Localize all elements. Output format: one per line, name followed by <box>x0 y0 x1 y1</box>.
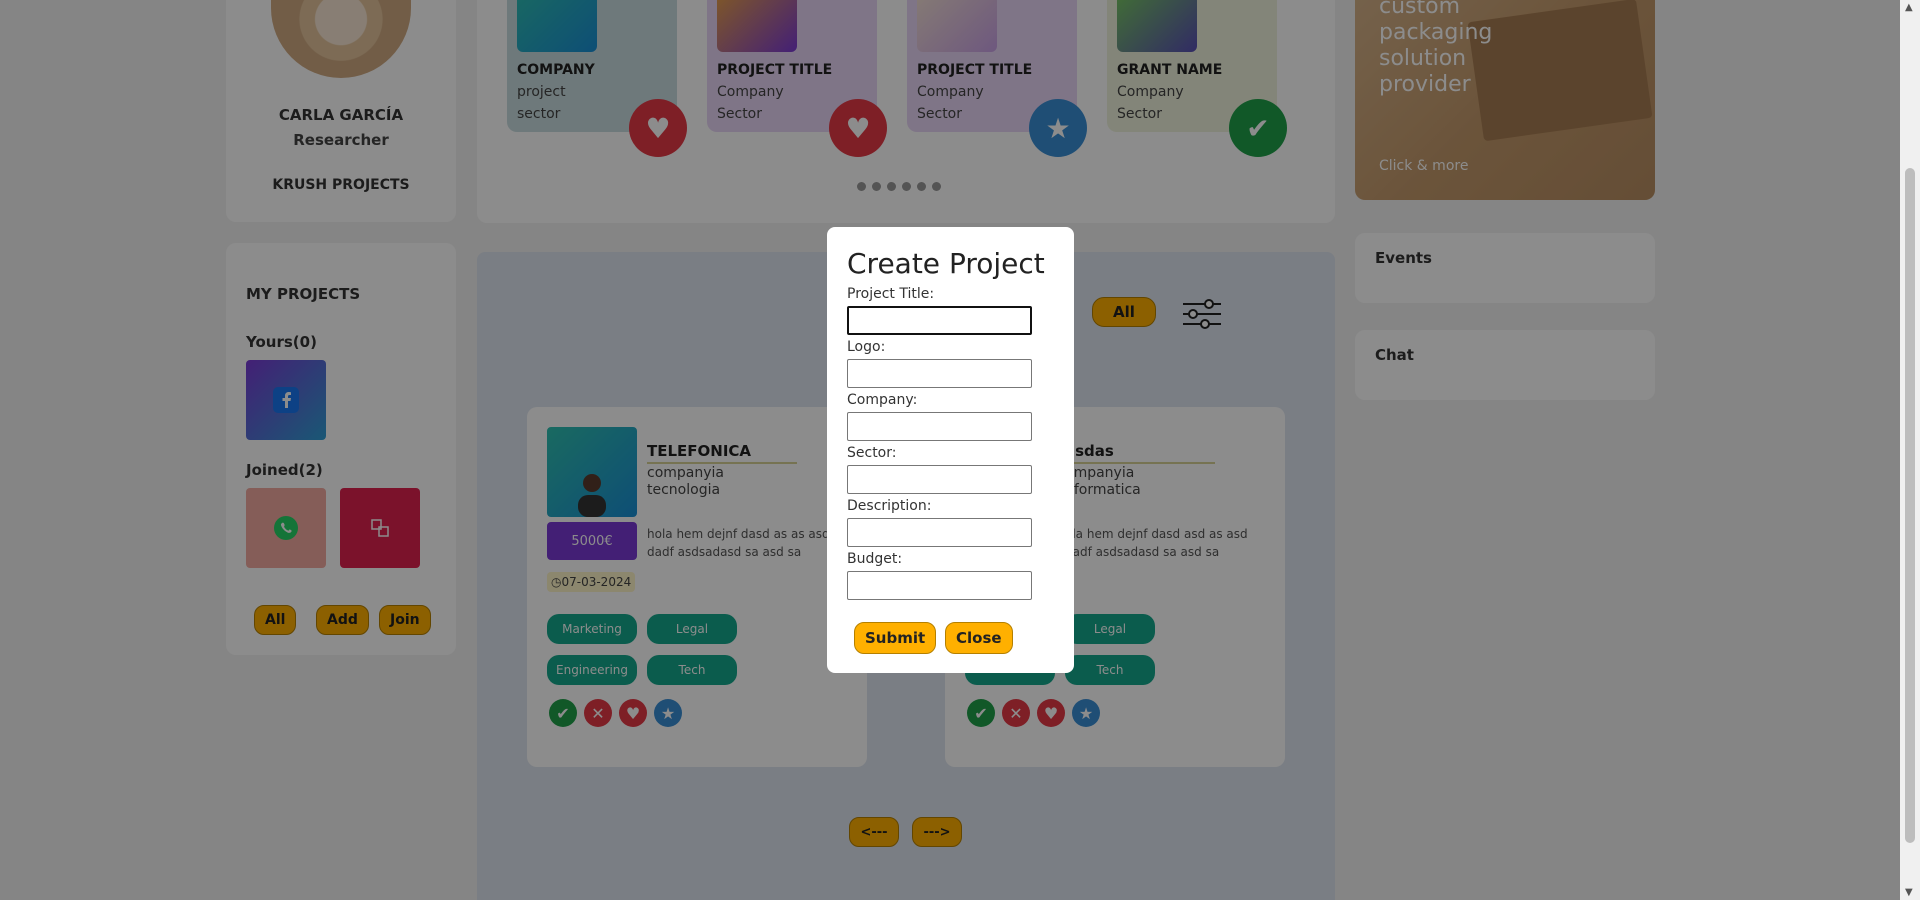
company-input[interactable] <box>847 412 1032 441</box>
budget-input[interactable] <box>847 571 1032 600</box>
modal-title: Create Project <box>847 247 1045 280</box>
close-button[interactable]: Close <box>945 622 1013 654</box>
submit-button[interactable]: Submit <box>854 622 937 654</box>
create-project-modal: Create Project Project Title: Logo: Comp… <box>827 227 1074 673</box>
scrollbar-thumb[interactable] <box>1905 168 1915 843</box>
logo-input[interactable] <box>847 359 1032 388</box>
sector-label: Sector: <box>847 445 897 461</box>
scroll-down-icon[interactable]: ▼ <box>1905 887 1913 898</box>
scroll-up-icon[interactable]: ▲ <box>1905 2 1913 13</box>
sector-input[interactable] <box>847 465 1032 494</box>
company-label: Company: <box>847 392 918 408</box>
project-title-input[interactable] <box>847 306 1032 335</box>
budget-label: Budget: <box>847 551 903 567</box>
project-title-label: Project Title: <box>847 286 935 302</box>
logo-label: Logo: <box>847 339 886 355</box>
description-input[interactable] <box>847 518 1032 547</box>
scrollbar[interactable]: ▲ ▼ <box>1900 0 1920 900</box>
description-label: Description: <box>847 498 932 514</box>
